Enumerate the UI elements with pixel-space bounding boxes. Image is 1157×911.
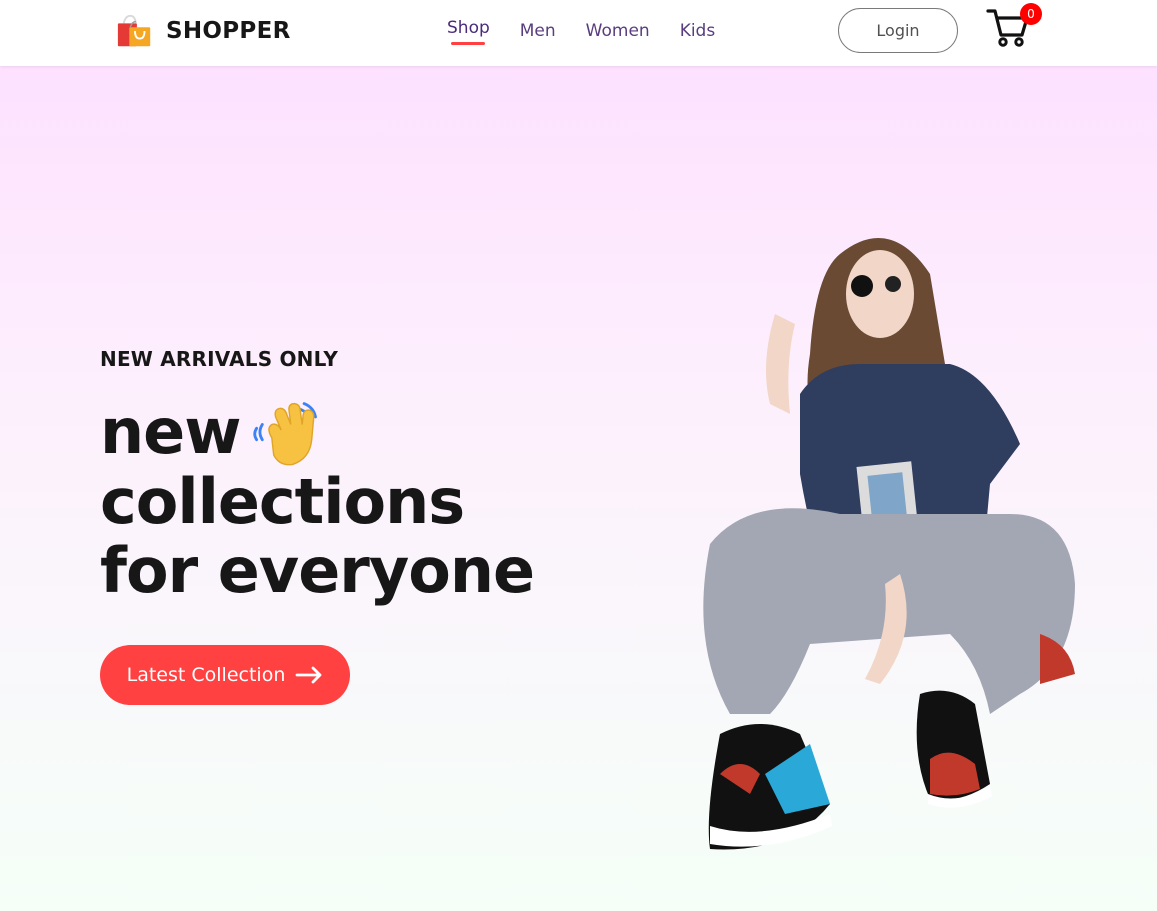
menu-item-label: Men (519, 21, 556, 41)
hero-heading-line-1: new (100, 395, 241, 468)
hero-section: NEW ARRIVALS ONLY new collections for ev… (0, 66, 1157, 911)
arrow-right-icon (295, 666, 322, 684)
menu-item-label: Shop (447, 18, 490, 38)
cart-count-badge: 0 (1020, 3, 1042, 25)
latest-collection-button[interactable]: Latest Collection (100, 645, 350, 705)
navbar: SHOPPER Shop Men Women Kids Login 0 (0, 0, 1157, 66)
menu-item-men[interactable]: Men (520, 18, 556, 41)
hero-tagline: NEW ARRIVALS ONLY (100, 347, 339, 371)
brand-logo[interactable]: SHOPPER (116, 12, 291, 50)
menu-item-kids[interactable]: Kids (680, 18, 716, 41)
login-button[interactable]: Login (838, 8, 958, 53)
menu-item-label: Kids (679, 21, 716, 41)
hero-model-image (703, 238, 1075, 850)
menu-item-women[interactable]: Women (586, 18, 650, 41)
waving-hand-icon (253, 402, 317, 466)
menu-item-label: Women (585, 21, 650, 41)
shopping-bag-logo-icon (117, 14, 151, 47)
menu-item-shop[interactable]: Shop (447, 18, 490, 45)
cta-label: Latest Collection (126, 664, 286, 686)
active-underline (451, 42, 486, 45)
hero-heading-line-3: for everyone (100, 534, 535, 607)
brand-name: SHOPPER (166, 18, 291, 44)
main-menu: Shop Men Women Kids (447, 18, 745, 45)
hero-heading-line-2: collections (100, 465, 465, 538)
